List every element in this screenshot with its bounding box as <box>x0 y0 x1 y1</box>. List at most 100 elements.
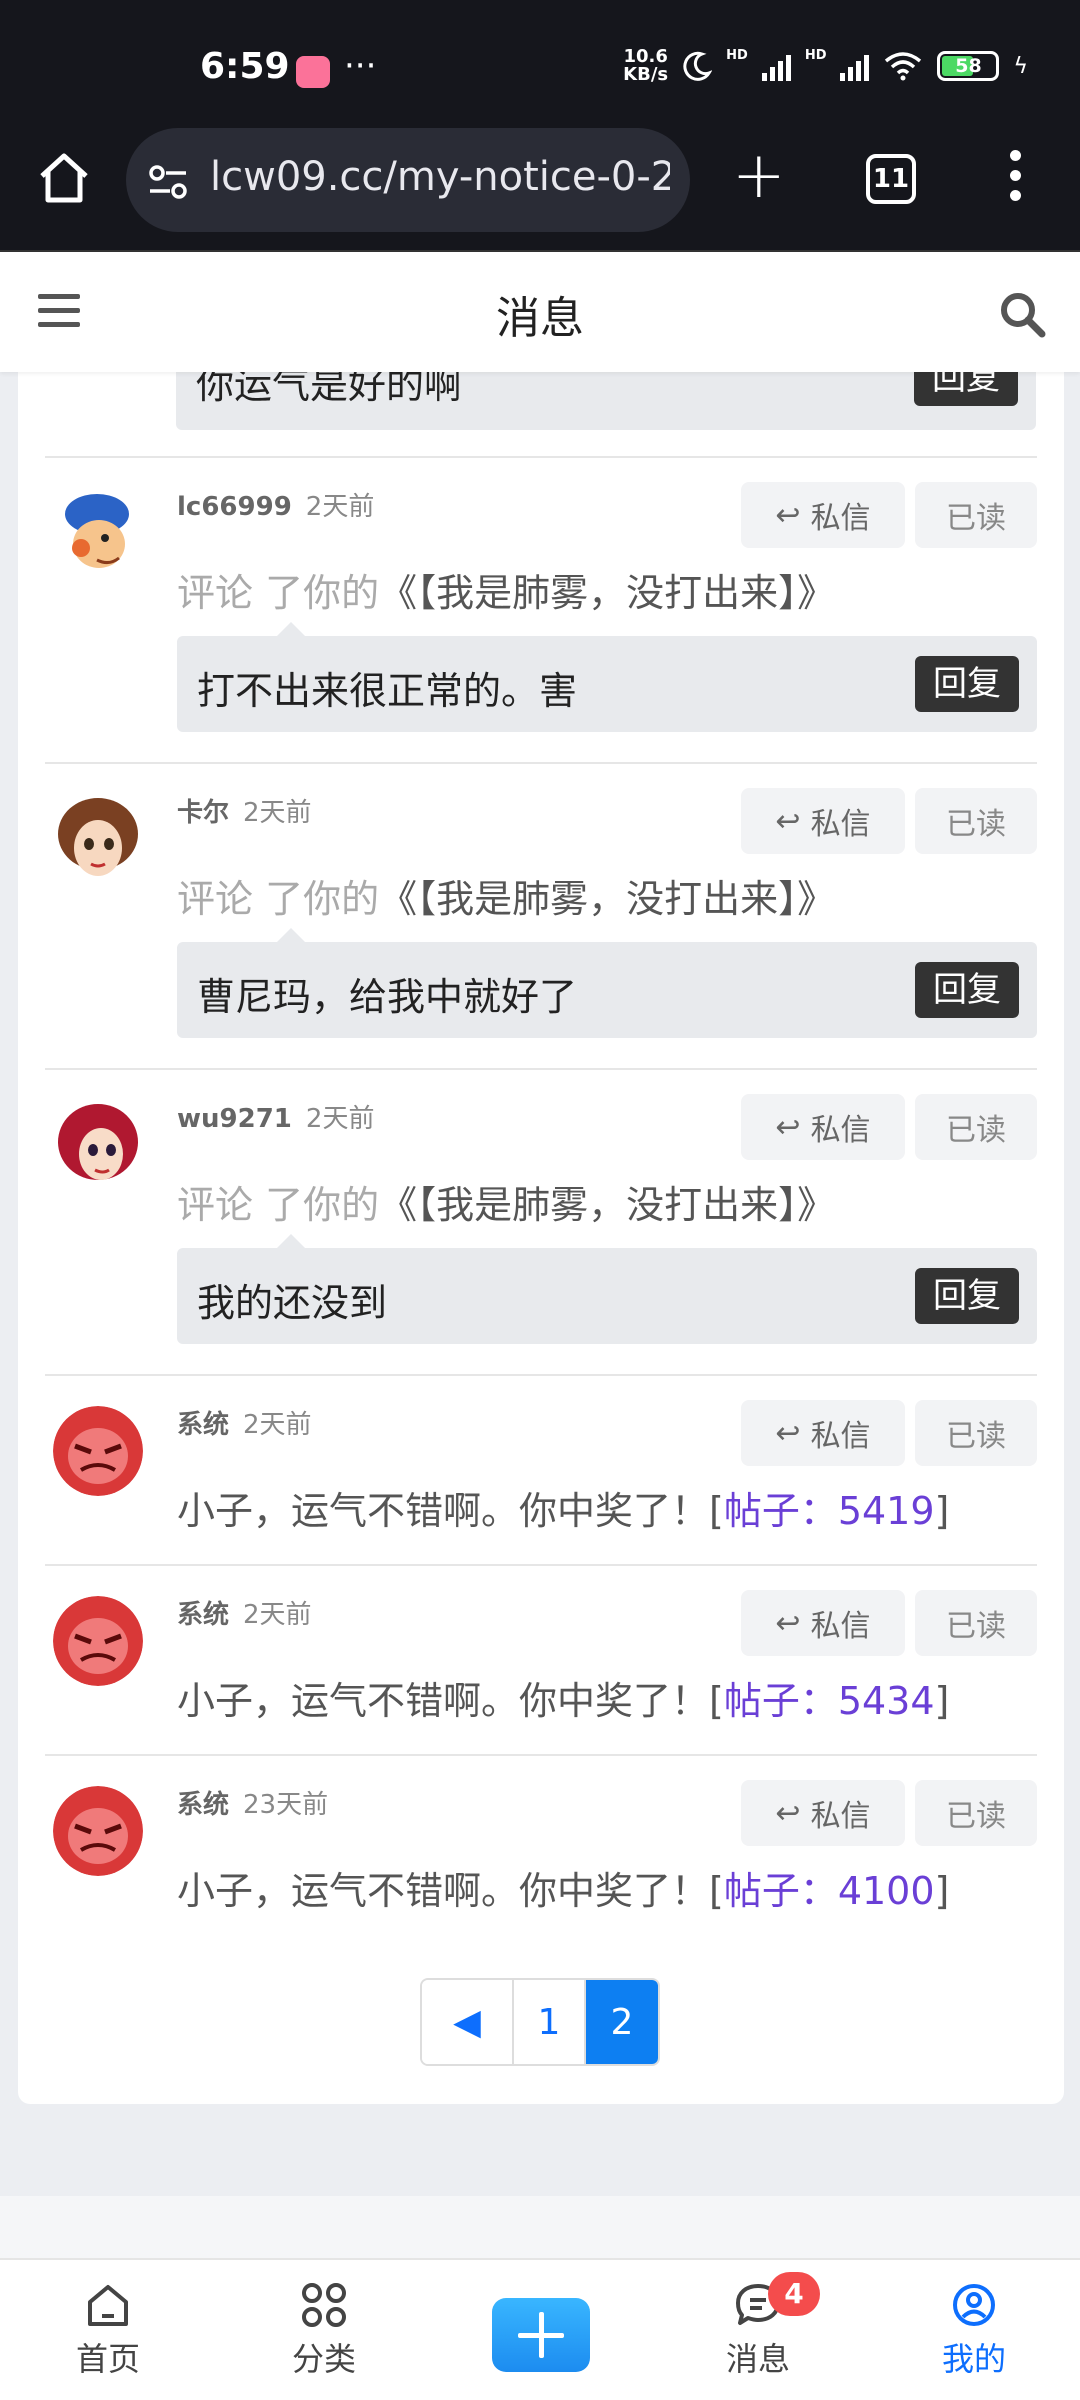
battery-icon: 58 <box>937 51 1000 81</box>
more-notifications-icon: ··· <box>344 46 377 86</box>
list-item: 系统 23天前 ↩ 私信 已读 小子，运气不错啊。你中奖了！[帖子：4100] <box>45 1754 1037 1944</box>
network-speed: 10.6 KB/s <box>623 46 669 85</box>
address-bar[interactable]: lcw09.cc/my-notice-0-2 <box>126 128 690 232</box>
private-message-button[interactable]: ↩ 私信 <box>741 1590 905 1656</box>
bracket-close: ] <box>934 1489 950 1533</box>
private-message-button[interactable]: ↩ 私信 <box>741 1780 905 1846</box>
system-message-text: 小子，运气不错啊。你中奖了！[ <box>177 1489 724 1533</box>
reply-button[interactable]: 回复 <box>915 1268 1019 1324</box>
status-bar: 6:59 ··· 10.6 KB/s HD HD 58 ϟ <box>0 0 1080 122</box>
reply-button[interactable]: 回复 <box>915 656 1019 712</box>
charging-icon: ϟ <box>1013 53 1028 79</box>
list-item: 卡尔 2天前 ↩ 私信 已读 评论 了你的《【我是肺雾，没打出来】》 曹尼玛，给我中… <box>45 762 1037 1068</box>
system-message-text: 小子，运气不错啊。你中奖了！[ <box>177 1679 724 1723</box>
unread-badge: 4 <box>768 2272 820 2316</box>
username[interactable]: lc66999 <box>177 492 292 522</box>
item-meta: 系统 23天前 <box>177 1784 328 1821</box>
reply-arrow-icon: ↩ <box>775 1605 801 1641</box>
new-post-button[interactable] <box>492 2298 590 2372</box>
list-item: lc66999 2天前 ↩ 私信 已读 评论 了你的《【我是肺雾，没打出来】》 打不… <box>45 456 1037 762</box>
item-meta: 系统 2天前 <box>177 1404 312 1441</box>
prev-page-button[interactable]: ◀ <box>422 1980 514 2064</box>
pm-label: 私信 <box>810 1419 871 1454</box>
system-avatar[interactable] <box>53 1596 143 1686</box>
private-message-button[interactable]: ↩ 私信 <box>741 482 905 548</box>
nav-mine[interactable]: 我的 <box>904 2282 1044 2380</box>
page-2-button[interactable]: 2 <box>586 1980 658 2064</box>
site-header: 消息 <box>0 252 1080 372</box>
grid-icon <box>302 2283 346 2327</box>
system-message: 小子，运气不错啊。你中奖了！[帖子：5434] <box>177 1670 949 1725</box>
pm-label: 私信 <box>810 501 871 536</box>
browser-toolbar: lcw09.cc/my-notice-0-2 + 11 <box>0 122 1080 252</box>
tab-switcher-button[interactable]: 11 <box>866 154 916 204</box>
timestamp: 23天前 <box>243 1790 329 1820</box>
post-link[interactable]: 帖子：5419 <box>724 1489 935 1533</box>
system-avatar[interactable] <box>53 1786 143 1876</box>
new-tab-icon[interactable]: + <box>732 144 786 208</box>
avatar[interactable] <box>53 1100 143 1190</box>
bilibili-notification-icon <box>296 56 330 88</box>
action-object: 了你的 <box>253 877 380 921</box>
post-link[interactable]: 《【我是肺雾，没打出来】》 <box>379 877 835 921</box>
post-link[interactable]: 帖子：4100 <box>724 1869 935 1913</box>
username: 系统 <box>177 1410 230 1440</box>
pagination: ◀ 1 2 <box>420 1978 660 2066</box>
quote-box: 我的还没到 回复 <box>177 1234 1037 1344</box>
signal-1-label: HD <box>726 48 748 63</box>
nav-mine-label: 我的 <box>941 2340 1006 2378</box>
username[interactable]: wu9271 <box>177 1104 292 1134</box>
quote-text: 我的还没到 <box>197 1281 388 1325</box>
nav-home[interactable]: 首页 <box>38 2282 178 2380</box>
system-message: 小子，运气不错啊。你中奖了！[帖子：5419] <box>177 1480 949 1535</box>
nav-messages-label: 消息 <box>725 2340 790 2378</box>
page-title: 消息 <box>496 293 584 344</box>
action-verb: 评论 <box>177 877 254 921</box>
system-message-text: 小子，运气不错啊。你中奖了！[ <box>177 1869 724 1913</box>
private-message-button[interactable]: ↩ 私信 <box>741 1400 905 1466</box>
site-settings-icon[interactable] <box>146 162 190 202</box>
mark-read-button[interactable]: 已读 <box>915 1094 1037 1160</box>
system-avatar[interactable] <box>53 1406 143 1496</box>
mark-read-button[interactable]: 已读 <box>915 1780 1037 1846</box>
nav-messages[interactable]: 4 消息 <box>688 2272 828 2380</box>
mark-read-button[interactable]: 已读 <box>915 1590 1037 1656</box>
username: 系统 <box>177 1600 230 1630</box>
user-profile-icon <box>953 2284 995 2326</box>
avatar[interactable] <box>53 794 143 884</box>
home-icon[interactable] <box>36 150 92 206</box>
post-link[interactable]: 《【我是肺雾，没打出来】》 <box>379 1183 835 1227</box>
mark-read-button[interactable]: 已读 <box>915 1400 1037 1466</box>
page-1-button[interactable]: 1 <box>514 1980 586 2064</box>
reply-button[interactable]: 回复 <box>914 372 1018 406</box>
moon-icon <box>683 51 713 81</box>
reply-arrow-icon: ↩ <box>775 497 801 533</box>
timestamp: 2天前 <box>305 492 375 522</box>
quote-text: 曹尼玛，给我中就好了 <box>197 975 578 1019</box>
reply-button[interactable]: 回复 <box>915 962 1019 1018</box>
list-item: wu9271 2天前 ↩ 私信 已读 评论 了你的《【我是肺雾，没打出来】》 我的还… <box>45 1068 1037 1374</box>
pm-label: 私信 <box>810 807 871 842</box>
post-link[interactable]: 帖子：5434 <box>724 1679 935 1723</box>
reply-arrow-icon: ↩ <box>775 1109 801 1145</box>
post-link[interactable]: 《【我是肺雾，没打出来】》 <box>379 571 835 615</box>
nav-home-label: 首页 <box>75 2340 140 2378</box>
avatar[interactable] <box>53 488 143 578</box>
private-message-button[interactable]: ↩ 私信 <box>741 1094 905 1160</box>
more-menu-icon[interactable] <box>1010 150 1022 210</box>
action-object: 了你的 <box>253 1183 380 1227</box>
private-message-button[interactable]: ↩ 私信 <box>741 788 905 854</box>
search-icon[interactable] <box>998 290 1048 340</box>
username: 系统 <box>177 1790 230 1820</box>
url-text[interactable]: lcw09.cc/my-notice-0-2 <box>210 154 670 200</box>
username[interactable]: 卡尔 <box>177 798 229 828</box>
wifi-icon <box>885 52 922 81</box>
nav-category-label: 分类 <box>291 2340 356 2378</box>
item-meta: 系统 2天前 <box>177 1594 312 1631</box>
comment-summary: 评论 了你的《【我是肺雾，没打出来】》 <box>177 562 835 617</box>
mark-read-button[interactable]: 已读 <box>915 788 1037 854</box>
nav-category[interactable]: 分类 <box>254 2282 394 2380</box>
list-item: 系统 2天前 ↩ 私信 已读 小子，运气不错啊。你中奖了！[帖子：5434] <box>45 1564 1037 1754</box>
mark-read-button[interactable]: 已读 <box>915 482 1037 548</box>
quote-text: 打不出来很正常的。害 <box>197 669 578 713</box>
